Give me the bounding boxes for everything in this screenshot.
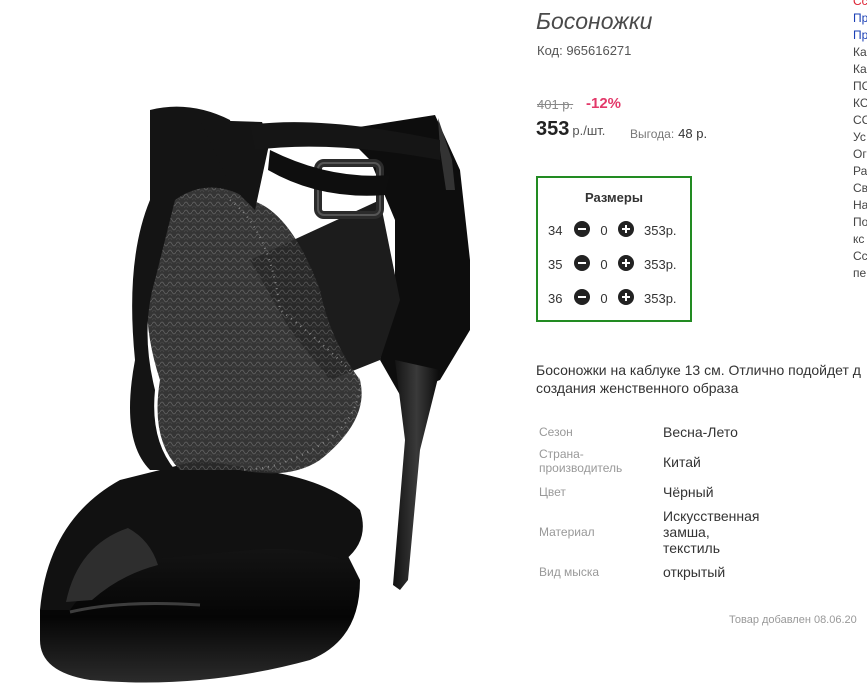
side-menu-item[interactable]: По bbox=[853, 214, 867, 231]
side-menu-item[interactable]: СС bbox=[853, 112, 867, 129]
old-price: 401 р. bbox=[537, 97, 574, 112]
minus-icon[interactable] bbox=[574, 255, 590, 271]
side-menu-item[interactable]: ПС bbox=[853, 78, 867, 95]
date-added: Товар добавлен 08.06.20 bbox=[729, 614, 857, 626]
attr-value-season: Весна-Лето bbox=[663, 424, 738, 440]
side-menu-item[interactable]: Ка bbox=[853, 61, 867, 78]
description-line: создания женственного образа bbox=[536, 380, 739, 396]
benefit: Выгода: 48 р. bbox=[630, 126, 707, 141]
attr-value-line: замша, bbox=[663, 524, 710, 540]
side-menu-item[interactable]: Ра bbox=[853, 163, 867, 180]
size-price: 353р. bbox=[644, 291, 677, 306]
product-photo[interactable] bbox=[0, 0, 520, 695]
side-menu-item[interactable]: Ог bbox=[853, 146, 867, 163]
side-menu-item[interactable]: Пр bbox=[853, 10, 867, 27]
minus-icon[interactable] bbox=[574, 221, 590, 237]
side-menu-item[interactable]: КС bbox=[853, 95, 867, 112]
side-menu-item[interactable]: Ус bbox=[853, 129, 867, 146]
product-description: Босоножки на каблуке 13 см. Отлично подо… bbox=[536, 361, 867, 397]
attr-label-line: производитель bbox=[539, 461, 623, 475]
description-line: Босоножки на каблуке 13 см. Отлично подо… bbox=[536, 362, 861, 378]
discount-badge: -12% bbox=[586, 95, 622, 112]
size-row: 35 0 353р. bbox=[538, 254, 690, 274]
side-menu-item[interactable]: Сс bbox=[853, 0, 867, 10]
attr-label-color: Цвет bbox=[539, 485, 566, 499]
plus-icon[interactable] bbox=[618, 289, 634, 305]
side-menu-item[interactable]: Пр bbox=[853, 27, 867, 44]
size-number: 36 bbox=[548, 291, 563, 306]
attr-label-season: Сезон bbox=[539, 425, 573, 439]
side-menu-item[interactable]: Св bbox=[853, 180, 867, 197]
size-quantity: 0 bbox=[600, 291, 608, 306]
product-page: Босоножки Код: 965616271 401 р. -12% 353… bbox=[0, 0, 867, 695]
size-number: 35 bbox=[548, 257, 563, 272]
attr-value-country: Китай bbox=[663, 454, 701, 470]
sizes-panel: Размеры 34 0 353р. 35 0 353р. 36 0 353р. bbox=[536, 176, 692, 322]
size-row: 34 0 353р. bbox=[538, 220, 690, 240]
attr-value-line: Искусственная bbox=[663, 508, 760, 524]
attr-value-material: Искусственная замша, текстиль bbox=[663, 508, 760, 556]
product-title: Босоножки bbox=[536, 8, 653, 34]
price-row: 353 р./шт. bbox=[536, 118, 605, 141]
benefit-value: 48 р. bbox=[678, 126, 708, 141]
sizes-title: Размеры bbox=[585, 190, 643, 205]
benefit-label: Выгода: bbox=[630, 127, 675, 141]
price-unit: р./шт. bbox=[572, 123, 606, 138]
size-price: 353р. bbox=[644, 257, 677, 272]
size-row: 36 0 353р. bbox=[538, 288, 690, 308]
size-price: 353р. bbox=[644, 223, 677, 238]
attr-label-material: Материал bbox=[539, 525, 595, 539]
attr-label-line: Страна- bbox=[539, 447, 584, 461]
product-code: Код: 965616271 bbox=[537, 43, 632, 58]
attr-value-line: текстиль bbox=[663, 540, 721, 556]
side-menu: Сс Пр Пр Ка Ка ПС КС СС Ус Ог Ра Св На П… bbox=[853, 0, 867, 282]
plus-icon[interactable] bbox=[618, 255, 634, 271]
size-quantity: 0 bbox=[600, 223, 608, 238]
side-menu-item[interactable]: Ка bbox=[853, 44, 867, 61]
attr-value-toe: открытый bbox=[663, 564, 726, 580]
side-menu-item[interactable]: На bbox=[853, 197, 867, 214]
minus-icon[interactable] bbox=[574, 289, 590, 305]
side-menu-item[interactable]: Сс bbox=[853, 248, 867, 265]
current-price: 353 bbox=[536, 118, 570, 140]
side-menu-item[interactable]: кс bbox=[853, 231, 867, 248]
size-number: 34 bbox=[548, 223, 563, 238]
side-menu-item[interactable]: пе bbox=[853, 265, 867, 282]
attr-label-toe: Вид мыска bbox=[539, 565, 600, 579]
attr-value-color: Чёрный bbox=[663, 484, 714, 500]
attr-label-country: Страна- производитель bbox=[539, 447, 622, 475]
size-quantity: 0 bbox=[600, 257, 608, 272]
plus-icon[interactable] bbox=[618, 221, 634, 237]
